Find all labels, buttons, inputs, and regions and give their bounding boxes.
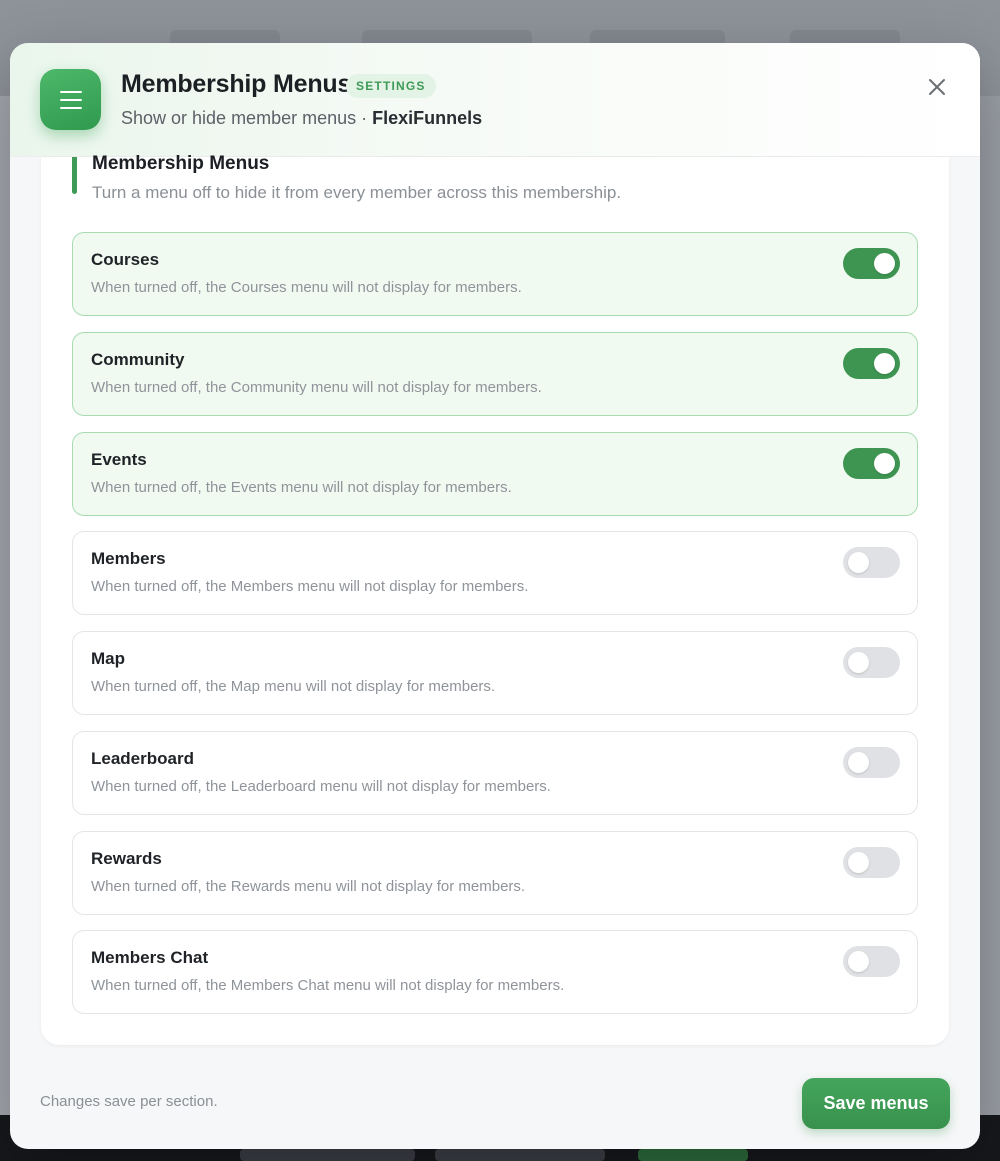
- menu-row-map: Map When turned off, the Map menu will n…: [72, 631, 918, 715]
- menu-description: When turned off, the Community menu will…: [91, 379, 542, 396]
- menu-icon: [40, 69, 101, 130]
- rewards-toggle[interactable]: [843, 847, 900, 878]
- brand-name: FlexiFunnels: [372, 108, 483, 128]
- toggle-knob: [848, 852, 869, 873]
- menu-description: When turned off, the Members menu will n…: [91, 578, 529, 595]
- menu-name: Members: [91, 549, 166, 568]
- toggle-knob: [848, 951, 869, 972]
- toggle-knob: [848, 752, 869, 773]
- section-description: Turn a menu off to hide it from every me…: [92, 183, 622, 202]
- background-bottom-item: [435, 1149, 605, 1161]
- save-menus-button[interactable]: Save menus: [802, 1078, 950, 1129]
- menus-card: Membership Menus Turn a menu off to hide…: [41, 153, 949, 1045]
- settings-badge: SETTINGS: [346, 74, 436, 98]
- subtitle-text: Show or hide member menus ·: [121, 108, 373, 128]
- dialog-title: Membership Menus: [121, 70, 352, 98]
- close-icon: [929, 79, 945, 95]
- menu-name: Map: [91, 649, 125, 668]
- membership-menus-dialog: Membership Menus SETTINGS Show or hide m…: [10, 43, 980, 1149]
- close-button[interactable]: [924, 74, 950, 100]
- menu-description: When turned off, the Rewards menu will n…: [91, 878, 526, 895]
- menu-name: Community: [91, 350, 185, 369]
- menu-name: Events: [91, 450, 147, 469]
- dialog-header: Membership Menus SETTINGS Show or hide m…: [10, 43, 980, 157]
- background-bottom-item: [638, 1149, 748, 1161]
- menu-name: Members Chat: [91, 948, 209, 967]
- background-sidebar: [0, 96, 10, 1116]
- background-bottom-item: [240, 1149, 415, 1161]
- menu-row-leaderboard: Leaderboard When turned off, the Leaderb…: [72, 731, 918, 815]
- dialog-subtitle: Show or hide member menus · FlexiFunnels: [121, 108, 482, 129]
- map-toggle[interactable]: [843, 647, 900, 678]
- menu-description: When turned off, the Leaderboard menu wi…: [91, 778, 551, 795]
- menu-description: When turned off, the Map menu will not d…: [91, 678, 496, 695]
- events-toggle[interactable]: [843, 448, 900, 479]
- menu-row-rewards: Rewards When turned off, the Rewards men…: [72, 831, 918, 915]
- section-title: Membership Menus: [92, 153, 270, 174]
- leaderboard-toggle[interactable]: [843, 747, 900, 778]
- toggle-knob: [874, 453, 895, 474]
- members-chat-toggle[interactable]: [843, 946, 900, 977]
- courses-toggle[interactable]: [843, 248, 900, 279]
- section-accent-bar: [72, 157, 77, 194]
- menu-row-members-chat: Members Chat When turned off, the Member…: [72, 930, 918, 1014]
- menu-name: Rewards: [91, 849, 162, 868]
- menu-row-courses: Courses When turned off, the Courses men…: [72, 232, 918, 316]
- menu-name: Leaderboard: [91, 749, 194, 768]
- toggle-knob: [848, 552, 869, 573]
- menu-row-events: Events When turned off, the Events menu …: [72, 432, 918, 516]
- menu-name: Courses: [91, 250, 160, 269]
- toggle-knob: [848, 652, 869, 673]
- menu-description: When turned off, the Members Chat menu w…: [91, 977, 565, 994]
- community-toggle[interactable]: [843, 348, 900, 379]
- menu-description: When turned off, the Events menu will no…: [91, 479, 512, 496]
- footer-note: Changes save per section.: [40, 1093, 218, 1110]
- toggle-knob: [874, 253, 895, 274]
- menu-row-members: Members When turned off, the Members men…: [72, 531, 918, 615]
- menu-row-community: Community When turned off, the Community…: [72, 332, 918, 416]
- toggle-knob: [874, 353, 895, 374]
- members-toggle[interactable]: [843, 547, 900, 578]
- menu-description: When turned off, the Courses menu will n…: [91, 279, 522, 296]
